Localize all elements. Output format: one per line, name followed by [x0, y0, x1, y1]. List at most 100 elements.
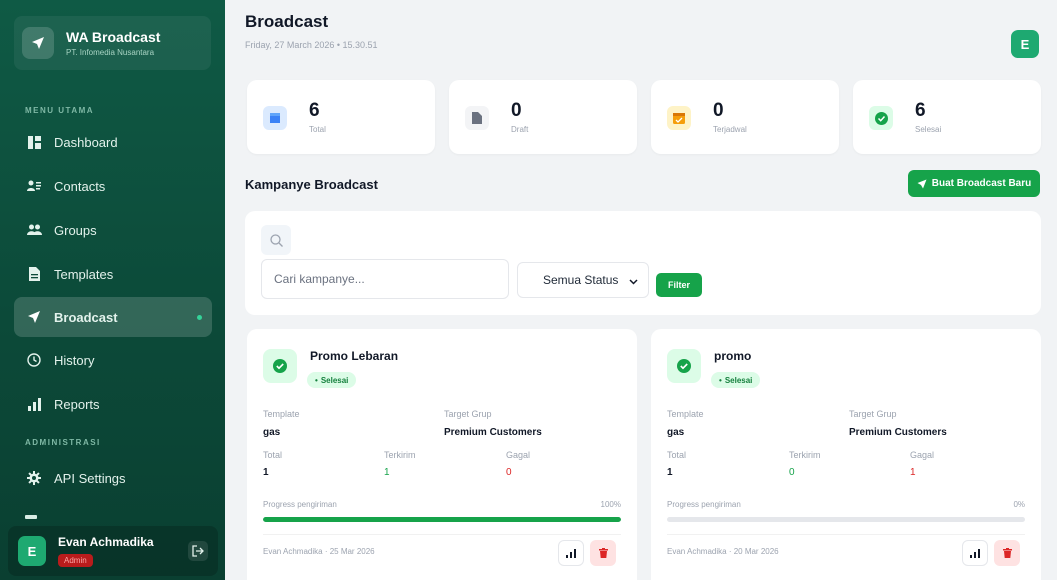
logout-icon — [192, 545, 204, 557]
dashboard-icon — [26, 134, 42, 150]
stat-label: Draft — [511, 125, 529, 134]
contacts-icon — [26, 178, 42, 194]
sidebar: WA Broadcast PT. Infomedia Nusantara MEN… — [0, 0, 225, 580]
total-label: Total — [263, 450, 283, 460]
divider — [263, 534, 621, 535]
sidebar-item-label: Templates — [54, 266, 114, 282]
template-value: gas — [667, 427, 685, 438]
user-card: E Evan Achmadika Admin — [8, 526, 218, 576]
templates-icon — [26, 266, 42, 282]
search-input[interactable] — [261, 259, 509, 299]
stat-card-completed: 6 Selesai — [853, 80, 1041, 154]
progress-fill — [263, 517, 621, 522]
sidebar-item-partial[interactable] — [25, 515, 37, 519]
campaign-card: promo • Selesai Template gas Target Grup… — [651, 329, 1041, 580]
clock-icon — [26, 352, 42, 368]
chevron-down-icon — [629, 275, 638, 289]
search-icon — [261, 225, 291, 255]
failed-label: Gagal — [910, 450, 935, 460]
new-broadcast-label: Buat Broadcast Baru — [931, 178, 1032, 189]
page-title: Broadcast — [245, 12, 329, 31]
delete-button[interactable] — [590, 540, 616, 566]
progress-bar — [667, 517, 1025, 522]
campaign-name: Promo Lebaran — [310, 349, 399, 363]
brand-title: WA Broadcast — [66, 29, 161, 45]
template-value: gas — [263, 427, 281, 438]
stat-label: Terjadwal — [713, 125, 747, 134]
user-avatar: E — [18, 536, 46, 566]
sidebar-item-dashboard[interactable]: Dashboard — [14, 122, 212, 162]
gear-icon — [26, 470, 42, 486]
status-select[interactable]: Semua Status — [517, 262, 649, 298]
progress-percent: 0% — [1013, 500, 1025, 509]
divider — [667, 534, 1025, 535]
inbox-icon — [263, 106, 287, 130]
target-value: Premium Customers — [849, 427, 947, 438]
target-value: Premium Customers — [444, 427, 542, 438]
total-label: Total — [667, 450, 687, 460]
failed-label: Gagal — [506, 450, 531, 460]
sent-value: 1 — [384, 467, 390, 478]
active-indicator-dot — [197, 315, 202, 320]
stat-card-draft: 0 Draft — [449, 80, 637, 154]
section-label-main: MENU UTAMA — [25, 106, 95, 115]
campaign-meta: Evan Achmadika · 25 Mar 2026 — [263, 547, 375, 556]
send-icon — [917, 179, 927, 188]
sidebar-item-templates[interactable]: Templates — [14, 254, 212, 294]
view-stats-button[interactable] — [962, 540, 988, 566]
sidebar-item-label: API Settings — [54, 470, 126, 486]
status-badge: • Selesai — [711, 372, 761, 388]
send-logo-icon — [22, 27, 54, 59]
progress-label: Progress pengiriman — [667, 500, 741, 509]
stat-value: 6 — [915, 100, 926, 121]
user-role-badge: Admin — [58, 553, 93, 567]
bar-chart-icon — [970, 548, 980, 558]
stat-value: 0 — [713, 100, 724, 121]
header-avatar[interactable]: E — [1011, 30, 1039, 58]
user-name: Evan Achmadika — [58, 534, 154, 549]
stat-value: 0 — [511, 100, 522, 121]
delete-button[interactable] — [994, 540, 1020, 566]
total-value: 1 — [667, 467, 673, 478]
check-circle-icon — [263, 349, 297, 383]
sidebar-item-history[interactable]: History — [14, 340, 212, 380]
filter-button[interactable]: Filter — [656, 273, 702, 297]
sidebar-item-label: Groups — [54, 222, 97, 238]
failed-value: 0 — [506, 467, 512, 478]
stat-card-total: 6 Total — [247, 80, 435, 154]
progress-percent: 100% — [600, 500, 621, 509]
new-broadcast-button[interactable]: Buat Broadcast Baru — [908, 170, 1040, 197]
campaign-meta: Evan Achmadika · 20 Mar 2026 — [667, 547, 779, 556]
sidebar-item-label: Broadcast — [54, 309, 118, 325]
bar-chart-icon — [26, 396, 42, 412]
logout-button[interactable] — [188, 541, 208, 561]
stat-label: Selesai — [915, 125, 942, 134]
sidebar-item-reports[interactable]: Reports — [14, 384, 212, 424]
view-stats-button[interactable] — [558, 540, 584, 566]
status-dot: • — [315, 375, 318, 385]
sidebar-item-groups[interactable]: Groups — [14, 210, 212, 250]
sidebar-item-label: History — [54, 352, 95, 368]
template-label: Template — [263, 409, 300, 419]
trash-icon — [598, 548, 608, 558]
stat-value: 6 — [309, 100, 320, 121]
sidebar-item-label: Dashboard — [54, 134, 118, 150]
trash-icon — [1002, 548, 1012, 558]
document-icon — [465, 106, 489, 130]
filter-panel: Semua Status Filter — [245, 211, 1041, 315]
check-circle-icon — [869, 106, 893, 130]
stat-label: Total — [309, 125, 326, 134]
bar-chart-icon — [566, 548, 576, 558]
sidebar-item-api-settings[interactable]: API Settings — [14, 458, 212, 498]
progress-label: Progress pengiriman — [263, 500, 337, 509]
stat-card-scheduled: 0 Terjadwal — [651, 80, 839, 154]
section-title: Kampanye Broadcast — [245, 177, 378, 192]
sidebar-item-broadcast[interactable]: Broadcast — [14, 297, 212, 337]
sent-value: 0 — [789, 467, 795, 478]
brand[interactable]: WA Broadcast PT. Infomedia Nusantara — [14, 16, 211, 70]
sidebar-item-contacts[interactable]: Contacts — [14, 166, 212, 206]
failed-value: 1 — [910, 467, 916, 478]
target-label: Target Grup — [849, 409, 897, 419]
status-badge-label: Selesai — [724, 375, 753, 385]
sidebar-item-label: Reports — [54, 396, 100, 412]
